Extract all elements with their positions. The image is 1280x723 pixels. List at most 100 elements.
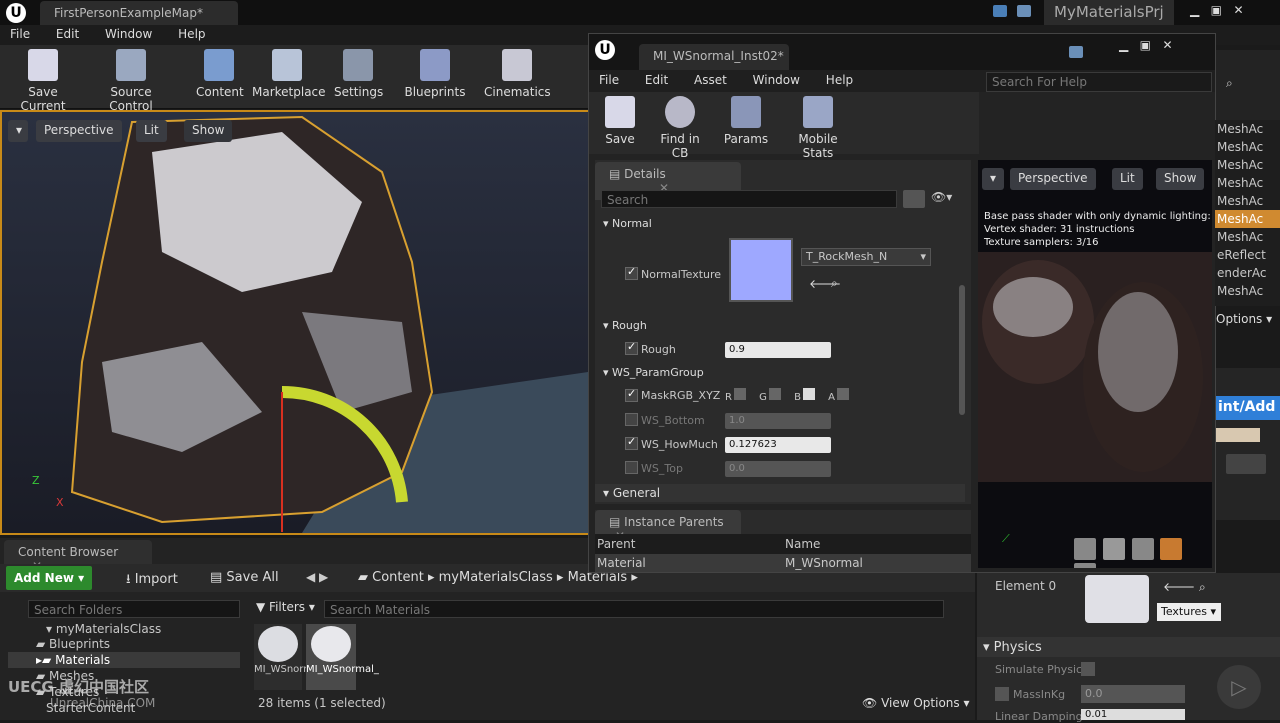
sphere-shape-icon[interactable] [1102,538,1125,560]
mobile-stats-button[interactable]: Mobile Stats [783,96,853,160]
params-button[interactable]: Params [723,96,769,146]
use-selected-arrow-icon[interactable]: 🡐 ⌕ [1163,579,1206,595]
outliner-item[interactable]: MeshAc [1215,174,1280,192]
source-control-button[interactable]: Source Control [88,49,174,113]
outliner-item[interactable]: MeshAc [1215,192,1280,210]
mask-rgb-checkbox[interactable] [625,387,638,402]
mie-save-button[interactable]: Save [603,96,637,146]
browse-search-icon[interactable]: ⌕ [831,276,838,291]
cinematics-button[interactable]: Cinematics [484,49,551,99]
folder-myMaterialsClass[interactable]: ▾ myMaterialsClass [8,620,240,636]
mass-value-field[interactable]: 0.0 [1081,685,1185,703]
window-controls[interactable]: ▁ ▣ ✕ [1190,3,1244,17]
rough-checkbox[interactable] [625,340,638,355]
material-slot-thumbnail[interactable] [1085,575,1149,623]
level-viewport[interactable]: Z X ▾ Perspective Lit Show [0,110,590,535]
channel-r-checkbox[interactable] [733,388,746,400]
mie-menu-file[interactable]: File [599,73,619,87]
breadcrumb-class[interactable]: myMaterialsClass [439,570,553,585]
visibility-eye-icon[interactable]: 👁▾ [931,190,952,204]
breadcrumb-content[interactable]: Content [372,570,424,585]
group-ws-paramgroup[interactable]: ▾ WS_ParamGroup [603,366,704,379]
details-scrollbar[interactable] [959,285,965,415]
show-button[interactable]: Show [184,120,233,142]
menu-help[interactable]: Help [178,27,205,41]
add-component-button[interactable]: int/Add [1216,396,1280,420]
menu-window[interactable]: Window [105,27,152,41]
save-all-button[interactable]: ▤ Save All [210,570,279,585]
search-folders-input[interactable]: Search Folders [28,600,240,618]
ws-howmuch-checkbox[interactable] [625,435,638,450]
channel-b-checkbox[interactable] [802,388,815,400]
cylinder-shape-icon[interactable] [1074,538,1096,560]
notification-icon[interactable] [1069,46,1083,58]
outliner-item-selected[interactable]: MeshAc [1215,210,1280,228]
linear-damping-field[interactable]: 0.01 [1081,709,1185,720]
ws-howmuch-value-field[interactable]: 0.127623 [725,437,831,453]
outliner-item[interactable]: MeshAc [1215,282,1280,300]
physics-group[interactable]: ▾ Physics [977,637,1280,657]
cube-shape-icon[interactable] [1160,538,1183,560]
outliner-item[interactable]: MeshAc [1215,138,1280,156]
feedback-icon[interactable] [1017,5,1031,17]
blueprints-button[interactable]: Blueprints [404,49,466,99]
menu-edit[interactable]: Edit [56,27,79,41]
preview-lit-button[interactable]: Lit [1112,168,1143,190]
preview-perspective-button[interactable]: Perspective [1010,168,1096,190]
outliner-item[interactable]: MeshAc [1215,228,1280,246]
outliner-item[interactable]: enderAc [1215,264,1280,282]
menu-file[interactable]: File [10,27,30,41]
preview-options-button[interactable]: ▾ [982,168,1004,190]
textures-dropdown[interactable]: Textures ▾ [1157,603,1221,621]
mie-window-controls[interactable]: ▁ ▣ ✕ [1119,38,1173,52]
find-in-cb-button[interactable]: Find in CB [651,96,709,160]
property-matrix-icon[interactable] [1226,454,1266,474]
marketplace-button[interactable]: Marketplace [252,49,326,99]
simulate-physics-checkbox[interactable] [1081,662,1095,676]
save-current-button[interactable]: Save Current [8,49,78,113]
details-search-input[interactable]: Search [601,190,897,208]
search-help-input[interactable]: Search For Help [986,72,1212,92]
group-general[interactable]: ▾ General [595,484,965,502]
custom-mesh-icon[interactable] [1074,563,1096,568]
group-normal[interactable]: ▾ Normal [603,217,652,230]
selected-component[interactable] [1216,428,1260,442]
material-preview-viewport[interactable]: ▾ Perspective Lit Show Base pass shader … [978,160,1212,568]
play-overlay-icon[interactable]: ▷ [1217,665,1261,709]
mie-menu-asset[interactable]: Asset [694,73,727,87]
group-rough[interactable]: ▾ Rough [603,319,647,332]
property-matrix-icon[interactable] [903,190,925,208]
view-options-button[interactable]: 👁 View Options ▾ [862,696,970,710]
plane-shape-icon[interactable] [1131,538,1154,560]
perspective-button[interactable]: Perspective [36,120,122,142]
outliner-search-icon[interactable]: ⌕ [1226,76,1233,91]
ws-bottom-value-field[interactable]: 1.0 [725,413,831,429]
channel-a-checkbox[interactable] [836,388,849,400]
channel-g-checkbox[interactable] [768,388,781,400]
settings-button[interactable]: Settings [334,49,383,99]
asset-tile-selected[interactable]: MI_WSnormal_ [306,624,379,690]
view-options-right[interactable]: Options ▾ [1216,312,1280,330]
viewport-options-button[interactable]: ▾ [8,120,28,142]
content-button[interactable]: Content [196,49,244,99]
table-row[interactable]: Material M_WSnormal [595,554,971,572]
ws-top-value-field[interactable]: 0.0 [725,461,831,477]
outliner-item[interactable]: MeshAc [1215,156,1280,174]
texture-asset-dropdown[interactable]: T_RockMesh_N ▾ [801,248,931,266]
ws-top-checkbox[interactable] [625,461,638,474]
preview-show-button[interactable]: Show [1156,168,1205,190]
normal-texture-checkbox[interactable] [625,265,638,280]
mass-override-checkbox[interactable] [995,687,1009,701]
mie-tab[interactable]: MI_WSnormal_Inst02* [639,44,789,70]
lit-button[interactable]: Lit [136,120,167,142]
mie-menu-help[interactable]: Help [826,73,853,87]
mie-menu-edit[interactable]: Edit [645,73,668,87]
normal-texture-thumbnail[interactable] [729,238,793,302]
level-tab[interactable]: FirstPersonExampleMap* [40,1,238,25]
ws-bottom-checkbox[interactable] [625,413,638,426]
mie-menu-window[interactable]: Window [753,73,800,87]
folder-materials[interactable]: ▸▰ Materials [8,652,240,668]
rough-value-field[interactable]: 0.9 [725,342,831,358]
outliner-item[interactable]: MeshAc [1215,120,1280,138]
filters-button[interactable]: ▼ Filters ▾ [256,600,315,614]
